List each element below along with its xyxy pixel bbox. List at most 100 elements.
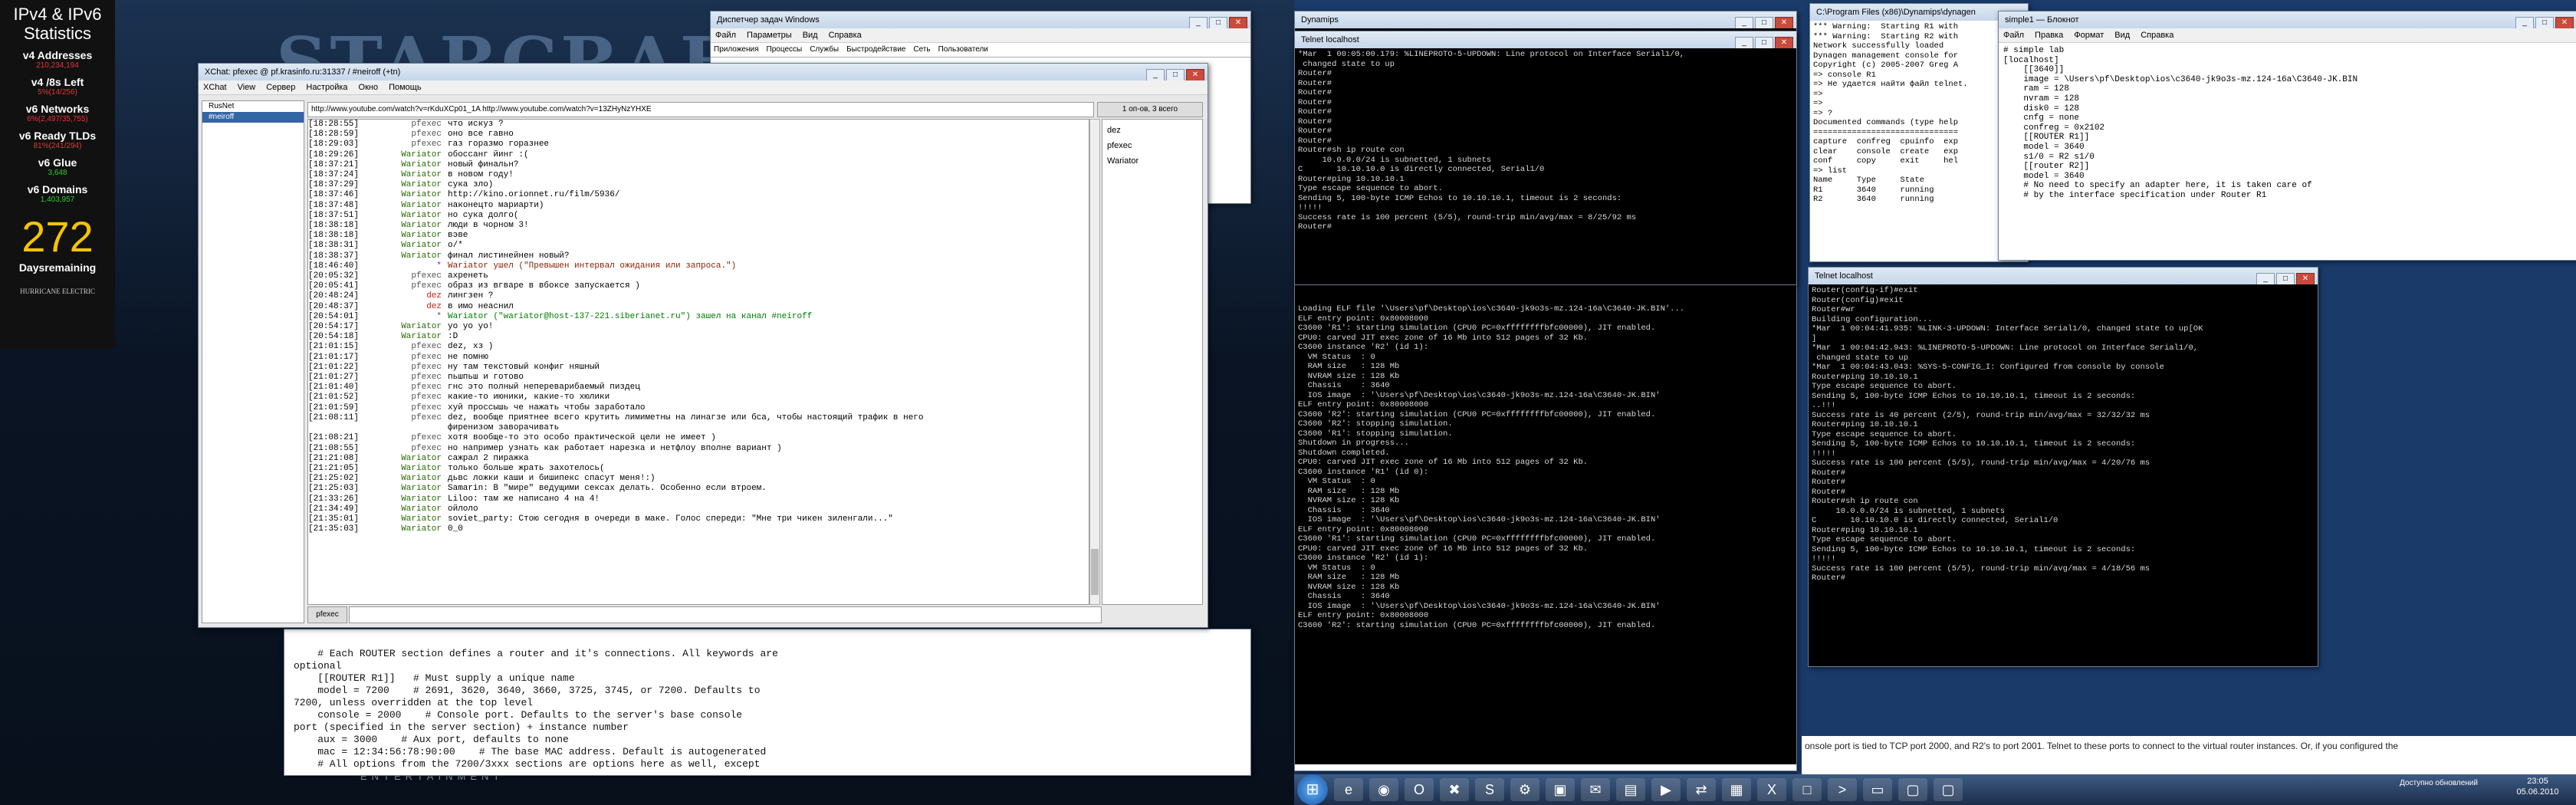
cmd-icon[interactable]: > <box>1828 778 1857 801</box>
close-icon[interactable]: ✕ <box>1775 17 1793 28</box>
menu-item[interactable]: Файл <box>2003 31 2024 40</box>
gadget-stat-value: 210,234,194 <box>36 61 79 70</box>
maximize-icon[interactable]: □ <box>1166 69 1184 80</box>
tab[interactable]: Пользователи <box>938 45 988 54</box>
menu-item[interactable]: Правка <box>2035 31 2063 40</box>
chat-timestamp: [18:29:03] <box>308 140 360 150</box>
console-line: Dynagen management console for <box>1813 51 1959 61</box>
window-icon[interactable]: ▢ <box>1934 778 1963 801</box>
menu-item[interactable]: Сервер <box>266 83 295 92</box>
folder-icon[interactable]: ▤ <box>1616 778 1645 801</box>
vmware-icon[interactable]: ▦ <box>1722 778 1751 801</box>
menu-item[interactable]: Вид <box>803 31 818 40</box>
menu-item[interactable]: Настройка <box>306 83 347 92</box>
maximize-icon[interactable]: □ <box>2535 17 2554 28</box>
close-icon[interactable]: ✕ <box>1775 37 1793 48</box>
minimize-icon[interactable]: _ <box>2515 17 2534 28</box>
dynagen-cmd-window[interactable]: C:\Program Files (x86)\Dynamips\dynagen … <box>1809 3 2029 262</box>
tools-icon[interactable]: ⚙ <box>1510 778 1539 801</box>
chat-nick: Wariator <box>401 484 442 494</box>
telnet-r2-window[interactable]: Telnet localhost _ □ ✕ Router(config-if)#e… <box>1808 267 2318 667</box>
dynagen-titlebar[interactable]: C:\Program Files (x86)\Dynamips\dynagen <box>1810 4 2028 21</box>
notepad-window[interactable]: simple1 — Блокнот _ □ ✕ Файл Правка Формат Ви… <box>1998 11 2576 261</box>
close-icon[interactable]: ✕ <box>1229 17 1247 28</box>
chat-timestamp: [21:01:17] <box>308 352 360 362</box>
firefox-icon[interactable]: ◉ <box>1369 778 1398 801</box>
opera-icon[interactable]: O <box>1405 778 1434 801</box>
dynagen-console[interactable]: *** Warning: Starting R1 with *** Warning… <box>1810 21 2028 261</box>
chat-timestamp: [18:28:59] <box>308 130 360 140</box>
menu-item[interactable]: Справка <box>829 31 862 40</box>
tab[interactable]: Процессы <box>767 45 803 54</box>
gadget-stat-label: v4 Addresses <box>22 49 93 61</box>
ie-icon[interactable]: e <box>1334 778 1363 801</box>
virtualbox-icon[interactable]: □ <box>1792 778 1822 801</box>
clock[interactable]: 23:05 05.06.2010 <box>2507 776 2568 797</box>
tab[interactable]: Приложения <box>714 45 759 54</box>
maximize-icon[interactable]: □ <box>1209 17 1227 28</box>
media-icon[interactable]: ▶ <box>1651 778 1681 801</box>
skype-icon[interactable]: S <box>1475 778 1504 801</box>
network-icon[interactable]: ⇄ <box>1687 778 1716 801</box>
drive-icon[interactable]: ▣ <box>1546 778 1575 801</box>
task-manager-titlebar[interactable]: Диспетчер задач Windows _ □ ✕ <box>711 12 1250 28</box>
telnet-r1-titlebar[interactable]: Telnet localhost _ □ ✕ <box>1295 31 1796 48</box>
menu-item[interactable]: XChat <box>203 83 227 92</box>
start-button[interactable]: ⊞ <box>1297 774 1328 805</box>
nick-button[interactable]: pfexec <box>307 606 347 623</box>
menu-item[interactable]: Вид <box>2114 31 2130 40</box>
minimize-icon[interactable]: _ <box>1735 17 1753 28</box>
telnet-r1-console[interactable]: *Mar 1 00:05:00.179: %LINEPROTO-5-UPDOWN… <box>1295 48 1796 284</box>
user-list-item[interactable]: dez <box>1107 123 1198 138</box>
dynamips-titlebar[interactable]: Dynamips _ □ ✕ <box>1295 12 1796 28</box>
chat-scrollbar[interactable] <box>1089 119 1100 605</box>
xchat-titlebar[interactable]: XChat: pfexec @ pf.krasinfo.ru:31337 / #… <box>199 64 1208 80</box>
close-icon[interactable]: ✕ <box>1186 69 1204 80</box>
menu-item[interactable]: View <box>238 83 256 92</box>
maximize-icon[interactable]: □ <box>2276 273 2295 284</box>
menu-item[interactable]: Формат <box>2074 31 2104 40</box>
terminal-icon[interactable]: ▭ <box>1863 778 1892 801</box>
xchat-icon[interactable]: ✖ <box>1440 778 1469 801</box>
minimize-icon[interactable]: _ <box>1735 37 1753 48</box>
channel-tree-item[interactable]: #neiroff <box>202 112 304 123</box>
close-icon[interactable]: ✕ <box>2555 17 2574 28</box>
notepad-text[interactable]: # simple lab [localhost] [[3640]] image =… <box>1999 43 2576 204</box>
chat-nick: Wariator <box>401 190 442 200</box>
xchat-window[interactable]: XChat: pfexec @ pf.krasinfo.ru:31337 / #… <box>198 63 1208 628</box>
menu-item[interactable]: Файл <box>715 31 736 40</box>
menu-item[interactable]: Помощь <box>389 83 422 92</box>
notepad-titlebar[interactable]: simple1 — Блокнот _ □ ✕ <box>1999 12 2576 28</box>
user-list-item[interactable]: Wariator <box>1107 153 1198 169</box>
minimize-icon[interactable]: _ <box>1146 69 1165 80</box>
mail-icon[interactable]: ✉ <box>1581 778 1610 801</box>
topic-field[interactable]: http://www.youtube.com/watch?v=rKduXCp01… <box>307 102 1094 117</box>
window-icon[interactable]: ▢ <box>1898 778 1927 801</box>
tray-notification[interactable]: Доступно обновлений <box>2400 779 2492 787</box>
console-line: Type escape sequence to abort. <box>1812 429 1957 439</box>
menu-item[interactable]: Параметры <box>747 31 792 40</box>
console-line: Shutdown in progress... <box>1298 439 1409 448</box>
telnet-r2-console[interactable]: Router(config-if)#exit Router(config)#exi… <box>1809 284 2318 666</box>
excel-icon[interactable]: X <box>1757 778 1786 801</box>
console-line: => <box>1813 99 1828 108</box>
tab[interactable]: Быстродействие <box>846 45 905 54</box>
maximize-icon[interactable]: □ <box>1755 37 1773 48</box>
message-input[interactable] <box>349 606 1102 623</box>
close-icon[interactable]: ✕ <box>2296 273 2315 284</box>
minimize-icon[interactable]: _ <box>1189 17 1208 28</box>
telnet-r1-window[interactable]: Telnet localhost _ □ ✕ *Mar 1 00:05:00.179… <box>1294 31 1797 285</box>
tab[interactable]: Службы <box>810 45 839 54</box>
chat-nick: Wariator <box>401 221 442 231</box>
console-line: C3600 instance 'R1' (id 0): <box>1298 467 1429 477</box>
channel-tree-item[interactable]: RusNet <box>202 101 304 112</box>
user-list-item[interactable]: pfexec <box>1107 138 1198 153</box>
menu-item[interactable]: Справка <box>2141 31 2174 40</box>
telnet-r2-titlebar[interactable]: Telnet localhost _ □ ✕ <box>1809 268 2318 284</box>
menu-item[interactable]: Окно <box>359 83 379 92</box>
notepad-line: [[ROUTER R1]] <box>2003 133 2090 143</box>
console-line: NVRAM size : 128 Kb <box>1298 582 1400 592</box>
maximize-icon[interactable]: □ <box>1755 17 1773 28</box>
tab[interactable]: Сеть <box>913 45 930 54</box>
minimize-icon[interactable]: _ <box>2256 273 2275 284</box>
